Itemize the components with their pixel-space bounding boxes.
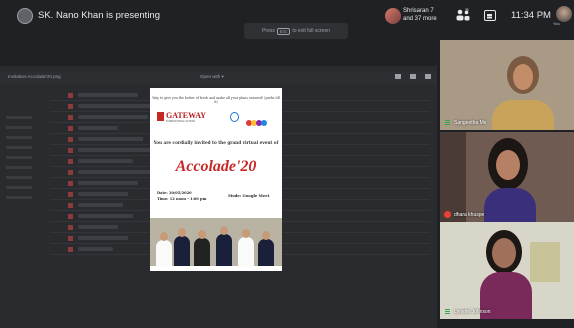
students-photo [150, 218, 282, 266]
self-label: You [553, 21, 560, 26]
people-count: 35 [465, 8, 469, 12]
event-time: Time: 12 noon - 1:00 pm [157, 197, 207, 201]
school-name: GATEWAY [166, 111, 207, 120]
event-mode: Mode: Google Meet [228, 193, 270, 198]
mic-active-icon [444, 308, 451, 315]
fullscreen-hint-suffix: to exit full screen [292, 28, 330, 34]
participant-name: dhara khuspe [454, 212, 485, 218]
participant-tile[interactable]: Sangeetha Ms [440, 40, 574, 130]
partner-logo-icon [246, 113, 268, 126]
poster-header: Way to give you the better of fresh and … [152, 96, 280, 104]
drive-sidebar [6, 116, 42, 206]
participant-tile[interactable]: Lynette Johnson [440, 222, 574, 319]
presenter-status-text: SK. Nano Khan is presenting [38, 10, 160, 21]
download-icon[interactable] [425, 74, 431, 79]
file-name: Invitation-Accolade'20.png [8, 74, 61, 79]
invitation-poster: Way to give you the better of fresh and … [150, 88, 282, 271]
mic-muted-icon [444, 211, 451, 218]
event-date-time: Date: 30/05/2020 Time: 12 noon - 1:00 pm [157, 190, 206, 202]
mic-active-icon [444, 119, 451, 126]
people-icon[interactable]: 35 [455, 8, 471, 22]
esc-key: Esc [276, 27, 291, 35]
participant-name: Shrisaran 7 [403, 8, 434, 14]
open-with-button[interactable]: Open with ▾ [200, 74, 224, 80]
school-logo-icon [157, 112, 164, 121]
participant-more: and 37 more [403, 15, 437, 22]
presenter-avatar [17, 8, 33, 24]
fullscreen-hint: Press Esc to exit full screen [244, 23, 348, 39]
event-title: Accolade'20 [175, 158, 257, 175]
self-avatar[interactable] [556, 6, 572, 22]
chat-icon[interactable] [484, 10, 496, 21]
clock-time: 11:34 PM [511, 10, 551, 21]
invite-line: You are cordially invited to the grand v… [153, 140, 279, 145]
print-icon[interactable] [410, 74, 416, 79]
participant-avatar[interactable] [385, 8, 401, 24]
participant-tile[interactable]: dhara khuspe [440, 132, 574, 222]
add-shortcut-icon[interactable] [395, 74, 401, 79]
emblem-icon [230, 112, 239, 122]
school-subtitle: INTERNATIONAL SCHOOL [166, 120, 196, 123]
participant-summary[interactable]: Shrisaran 7 and 37 more [403, 8, 437, 23]
participant-name: Lynette Johnson [454, 309, 491, 315]
participant-name: Sangeetha Ms [454, 120, 487, 126]
fullscreen-hint-prefix: Press [262, 28, 275, 34]
